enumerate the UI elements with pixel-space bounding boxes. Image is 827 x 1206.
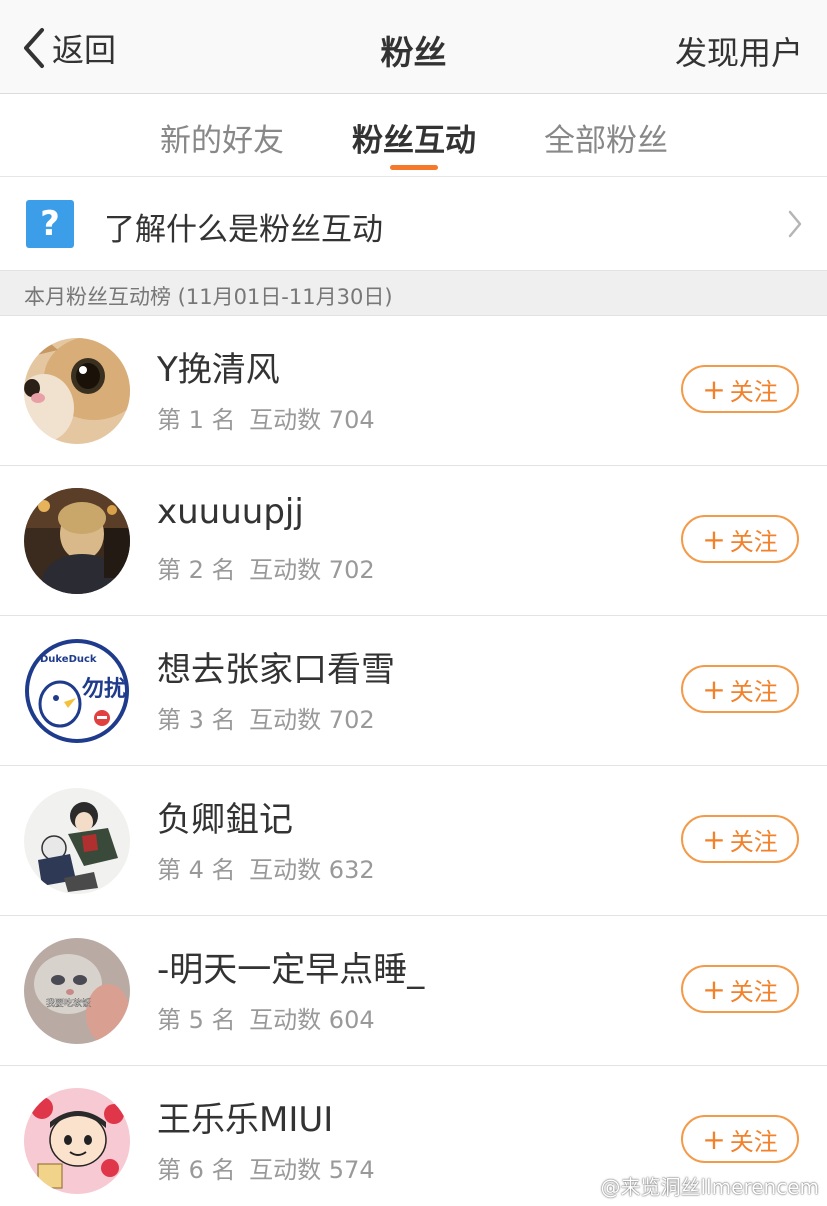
- question-icon: ?: [26, 200, 74, 248]
- active-tab-indicator: [390, 165, 438, 170]
- fan-stats: 第 3 名 互动数 702: [157, 700, 381, 735]
- fan-name[interactable]: 负卿鉏记: [157, 792, 293, 841]
- fan-row[interactable]: xuuuupjj 第 2 名 互动数 702 + 关注: [0, 466, 827, 616]
- watermark-text: @来览洞丝llmerencem: [600, 1175, 819, 1199]
- follow-label: 关注: [729, 1127, 778, 1156]
- avatar[interactable]: 勿扰 DukeDuck: [24, 638, 130, 744]
- fan-stats: 第 6 名 互动数 574: [157, 1150, 381, 1185]
- fan-name[interactable]: 王乐乐MIUI: [157, 1092, 333, 1141]
- fan-interaction-count: 互动数 604: [249, 1006, 375, 1034]
- fan-stats: 第 2 名 互动数 702: [157, 550, 381, 585]
- tab-label: 全部粉丝: [544, 123, 668, 159]
- fan-interaction-count: 互动数 632: [249, 856, 375, 884]
- fan-name[interactable]: 想去张家口看雪: [157, 642, 395, 691]
- fan-stats: 第 1 名 互动数 704: [157, 400, 381, 435]
- follow-label: 关注: [729, 827, 778, 856]
- follow-button[interactable]: + 关注: [681, 1115, 799, 1163]
- avatar[interactable]: 我要吃软饭: [24, 938, 130, 1044]
- fan-row[interactable]: Y挽清风 第 1 名 互动数 704 + 关注: [0, 316, 827, 466]
- plus-icon: +: [702, 372, 726, 406]
- follow-button[interactable]: + 关注: [681, 365, 799, 413]
- tab-new-friends[interactable]: 新的好友: [142, 115, 302, 160]
- avatar[interactable]: [24, 1088, 130, 1194]
- fan-list: Y挽清风 第 1 名 互动数 704 + 关注 xuuuupjj 第 2 名 互…: [0, 316, 827, 1206]
- follow-button[interactable]: + 关注: [681, 515, 799, 563]
- fan-interaction-count: 互动数 574: [249, 1156, 375, 1184]
- follow-label: 关注: [729, 527, 778, 556]
- cat-caption: 我要吃软饭: [46, 997, 91, 1009]
- fan-rank: 第 2 名: [157, 556, 236, 584]
- duck-brand: DukeDuck: [40, 654, 97, 665]
- plus-icon: +: [702, 672, 726, 706]
- watermark: @来览洞丝llmerencem: [569, 1171, 819, 1200]
- plus-icon: +: [702, 522, 726, 556]
- avatar[interactable]: [24, 488, 130, 594]
- section-label: 本月粉丝互动榜 (11月01日-11月30日): [24, 285, 393, 309]
- tab-label: 粉丝互动: [352, 123, 476, 159]
- fan-row[interactable]: 勿扰 DukeDuck 想去张家口看雪 第 3 名 互动数 702 + 关注: [0, 616, 827, 766]
- plus-icon: +: [702, 1122, 726, 1156]
- fan-row[interactable]: 负卿鉏记 第 4 名 互动数 632 + 关注: [0, 766, 827, 916]
- what-is-fan-interaction-row[interactable]: ? 了解什么是粉丝互动: [0, 178, 827, 270]
- fan-interaction-count: 互动数 704: [249, 406, 375, 434]
- follow-label: 关注: [729, 677, 778, 706]
- avatar[interactable]: [24, 788, 130, 894]
- fan-interaction-count: 互动数 702: [249, 556, 375, 584]
- weibo-logo-icon: [569, 1177, 595, 1197]
- fan-rank: 第 4 名: [157, 856, 236, 884]
- info-text: 了解什么是粉丝互动: [104, 212, 383, 248]
- fan-rank: 第 1 名: [157, 406, 236, 434]
- fan-interaction-count: 互动数 702: [249, 706, 375, 734]
- follow-label: 关注: [729, 377, 778, 406]
- follow-button[interactable]: + 关注: [681, 965, 799, 1013]
- back-button[interactable]: 返回: [22, 24, 116, 72]
- section-header: 本月粉丝互动榜 (11月01日-11月30日): [0, 270, 827, 316]
- navigation-bar: 返回 粉丝 发现用户: [0, 0, 827, 94]
- duck-chars: 勿扰: [82, 676, 126, 702]
- plus-icon: +: [702, 822, 726, 856]
- fan-rank: 第 3 名: [157, 706, 236, 734]
- fan-rank: 第 6 名: [157, 1156, 236, 1184]
- fan-row[interactable]: 我要吃软饭 -明天一定早点睡_ 第 5 名 互动数 604 + 关注: [0, 916, 827, 1066]
- follow-button[interactable]: + 关注: [681, 665, 799, 713]
- plus-icon: +: [702, 972, 726, 1006]
- fan-stats: 第 4 名 互动数 632: [157, 850, 381, 885]
- tab-label: 新的好友: [160, 123, 284, 159]
- fan-stats: 第 5 名 互动数 604: [157, 1000, 381, 1035]
- tab-bar: 新的好友 粉丝互动 全部粉丝: [0, 95, 827, 177]
- fan-name[interactable]: -明天一定早点睡_: [157, 942, 424, 991]
- fan-rank: 第 5 名: [157, 1006, 236, 1034]
- avatar[interactable]: [24, 338, 130, 444]
- chevron-left-icon: [24, 28, 44, 68]
- fan-name[interactable]: Y挽清风: [157, 342, 280, 391]
- discover-users-button[interactable]: 发现用户: [675, 28, 803, 74]
- back-label: 返回: [52, 31, 117, 69]
- tab-all-fans[interactable]: 全部粉丝: [526, 115, 686, 160]
- fan-name[interactable]: xuuuupjj: [157, 492, 304, 532]
- tab-fan-interaction[interactable]: 粉丝互动: [334, 115, 494, 170]
- follow-button[interactable]: + 关注: [681, 815, 799, 863]
- follow-label: 关注: [729, 977, 778, 1006]
- chevron-right-icon: [788, 210, 802, 238]
